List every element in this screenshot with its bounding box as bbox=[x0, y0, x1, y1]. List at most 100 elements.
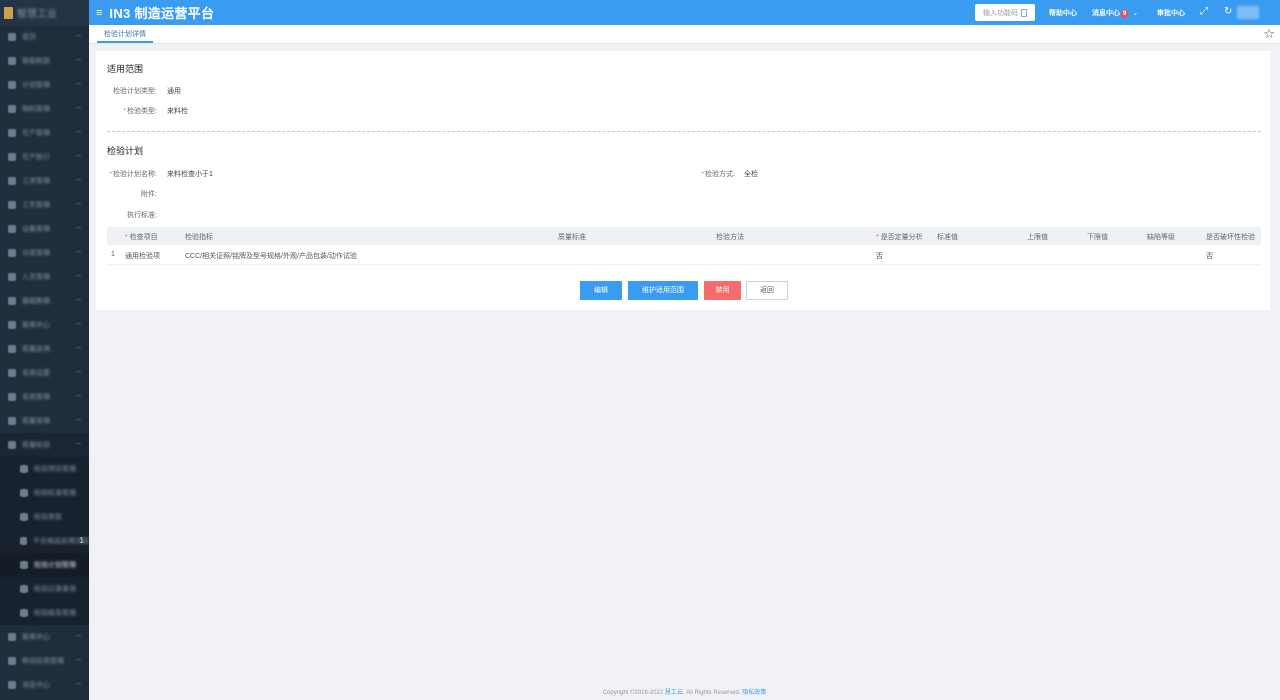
footer-brand-link[interactable]: 慧工云 bbox=[665, 690, 683, 696]
star-icon[interactable]: ☆ bbox=[1263, 26, 1275, 42]
approval-center-link[interactable]: 审批中心 bbox=[1157, 8, 1185, 18]
sidebar-subitem-2[interactable]: 检验类型 bbox=[0, 505, 89, 529]
disable-button[interactable]: 禁用 bbox=[704, 281, 741, 300]
chevron-icon bbox=[76, 131, 81, 134]
sidebar-item-label: 质量追溯 bbox=[22, 346, 50, 353]
sidebar-item-17[interactable]: 质量检验 bbox=[0, 433, 89, 457]
chevron-down-icon[interactable]: ⌄ bbox=[1132, 10, 1138, 17]
sidebar-item-2[interactable]: 计划管理 bbox=[0, 73, 89, 97]
warehouse-icon bbox=[8, 249, 16, 257]
back-button[interactable]: 返回 bbox=[746, 281, 788, 300]
document-icon[interactable] bbox=[1021, 8, 1027, 17]
sidebar-item-label: 设备管理 bbox=[22, 226, 50, 233]
sidebar-item-label: 系统设置 bbox=[22, 370, 50, 377]
menu-item-icon bbox=[20, 513, 28, 521]
sidebar-subitem-1[interactable]: 检验标准管理 bbox=[0, 481, 89, 505]
col-header-destructive: 是否破坏性检验 bbox=[1206, 234, 1255, 241]
table-header: * 检查项目 检验指标 质量标准 检验方法 * 是否定量分析 标准值 上限值 下… bbox=[107, 227, 1261, 245]
plan-name-value: 来料检查小于1 bbox=[167, 171, 213, 178]
sidebar-subitem-6[interactable]: 检验报告管理 bbox=[0, 601, 89, 625]
message-count-badge: 9 bbox=[1121, 10, 1129, 18]
sidebar-item-label: 质量管理 bbox=[22, 418, 50, 425]
sidebar-item-8[interactable]: 设备管理 bbox=[0, 217, 89, 241]
sidebar-item-label: 报表中心 bbox=[22, 634, 50, 641]
chevron-icon bbox=[76, 275, 81, 278]
trace-icon bbox=[8, 345, 16, 353]
chevron-icon bbox=[76, 35, 81, 38]
sidebar-item-0[interactable]: 首页 bbox=[0, 25, 89, 49]
exec-standard-label: 执行标准: bbox=[127, 212, 157, 219]
sidebar-item-label: 计划管理 bbox=[22, 82, 50, 89]
function-code-input[interactable]: 输入功能码 bbox=[975, 4, 1035, 21]
edit-button[interactable]: 编辑 bbox=[580, 281, 622, 300]
app-title: IN3 制造运营平台 bbox=[109, 6, 215, 21]
sidebar-item-11[interactable]: 基础数据 bbox=[0, 289, 89, 313]
tabs-bar: 检验计划详情 ☆ bbox=[89, 25, 1280, 44]
sidebar-item-4[interactable]: 生产管理 bbox=[0, 121, 89, 145]
attachment-label: 附件: bbox=[141, 191, 157, 198]
sidebar-item-14[interactable]: 系统设置 bbox=[0, 361, 89, 385]
menu-item-icon bbox=[20, 537, 27, 545]
sidebar-item-label: 人员管理 bbox=[22, 274, 50, 281]
sidebar-item-label: 生产管理 bbox=[22, 130, 50, 137]
fullscreen-icon[interactable]: ⤢ bbox=[1200, 6, 1208, 17]
menu-toggle-icon[interactable]: ≡ bbox=[96, 7, 102, 19]
sidebar-item-9[interactable]: 仓库管理 bbox=[0, 241, 89, 265]
sidebar-item-label: 生产执行 bbox=[22, 154, 50, 161]
device-icon bbox=[8, 225, 16, 233]
chevron-icon bbox=[76, 227, 81, 230]
sidebar-item-12[interactable]: 报表中心 bbox=[0, 313, 89, 337]
chevron-icon bbox=[76, 443, 81, 446]
sidebar-item-label: 报表中心 bbox=[22, 322, 50, 329]
sidebar-item-3[interactable]: 物料管理 bbox=[0, 97, 89, 121]
logo[interactable]: 智慧工业 bbox=[0, 0, 89, 25]
inspect-icon bbox=[8, 441, 16, 449]
menu-item-icon bbox=[20, 465, 28, 473]
col-header-method: 检验方法 bbox=[716, 234, 744, 241]
sidebar-item-7[interactable]: 工艺管理 bbox=[0, 193, 89, 217]
scope-section-title: 适用范围 bbox=[107, 64, 144, 74]
play-icon bbox=[8, 153, 16, 161]
quality-icon bbox=[8, 417, 16, 425]
sidebar-item-label: 质量检验 bbox=[22, 442, 50, 449]
inspect-type-value: 来料检 bbox=[167, 108, 188, 115]
col-header-item: * 检查项目 bbox=[125, 234, 158, 241]
chevron-icon bbox=[76, 179, 81, 182]
sidebar-item-6[interactable]: 工序管理 bbox=[0, 169, 89, 193]
message-center-link[interactable]: 消息中心 9 ⌄ bbox=[1092, 8, 1138, 18]
maintain-scope-button[interactable]: 维护适用范围 bbox=[628, 281, 698, 300]
help-center-link[interactable]: 帮助中心 bbox=[1049, 8, 1077, 18]
sidebar-item-label: 检验类型 bbox=[34, 514, 62, 521]
refresh-icon[interactable]: ↻ bbox=[1224, 6, 1232, 17]
avatar[interactable] bbox=[1237, 6, 1259, 19]
sidebar-subitem-0[interactable]: 检验项目管理 bbox=[0, 457, 89, 481]
sidebar-item-1[interactable]: 智能制造 bbox=[0, 49, 89, 73]
chevron-icon bbox=[76, 371, 81, 374]
sidebar-item-10[interactable]: 人员管理 bbox=[0, 265, 89, 289]
sidebar-item-label: 检验标准管理 bbox=[34, 490, 76, 497]
privacy-policy-link[interactable]: 隐私政策 bbox=[742, 690, 766, 696]
row-destructive: 否 bbox=[1206, 253, 1213, 260]
sidebar-item-5[interactable]: 生产执行 bbox=[0, 145, 89, 169]
sidebar-subitem-4[interactable]: 检验计划管理 bbox=[0, 553, 89, 577]
sidebar-subitem-5[interactable]: 检验记录查询 bbox=[0, 577, 89, 601]
sidebar-item-2[interactable]: 消息中心 bbox=[0, 673, 89, 697]
sidebar-item-13[interactable]: 质量追溯 bbox=[0, 337, 89, 361]
sidebar: 智慧工业 首页 智能制造计划管理物料管理生产管理生产执行工序管理 工艺管理设备管理仓… bbox=[0, 0, 89, 700]
tab-inspection-plan-detail[interactable]: 检验计划详情 bbox=[97, 28, 153, 43]
sidebar-item-16[interactable]: 质量管理 bbox=[0, 409, 89, 433]
sidebar-item-label: 检验项目管理 bbox=[34, 466, 76, 473]
user-icon bbox=[8, 273, 16, 281]
plan-type-label: 检验计划类型: bbox=[113, 88, 157, 95]
col-header-upper: 上限值 bbox=[1027, 234, 1048, 241]
chevron-icon bbox=[76, 347, 81, 350]
sidebar-item-15[interactable]: 系统管理 bbox=[0, 385, 89, 409]
sidebar-item-1[interactable]: 移动应用管理 bbox=[0, 649, 89, 673]
col-header-indicator: 检验指标 bbox=[185, 234, 213, 241]
chevron-icon bbox=[76, 59, 81, 62]
sidebar-item-0[interactable]: 报表中心 bbox=[0, 625, 89, 649]
sidebar-subitem-3[interactable]: 不合格品处理流程 1 bbox=[0, 529, 89, 553]
table-row[interactable]: 1 通用检验项 CCC/相关证照/铭牌及型号规格/外观/产品包装/动作试验 否 … bbox=[107, 245, 1261, 265]
chevron-icon bbox=[76, 203, 81, 206]
plan-name-label: *检验计划名称: bbox=[109, 171, 157, 178]
